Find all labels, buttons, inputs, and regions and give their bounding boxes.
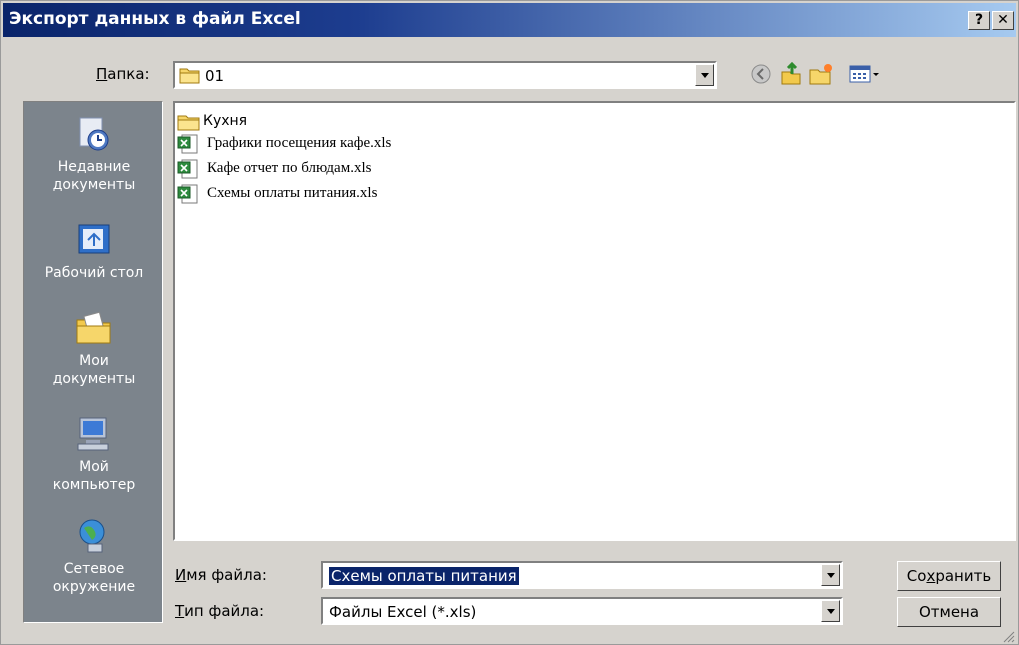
place-recent-documents[interactable]: Недавние документы	[24, 114, 164, 194]
folder-value: 01	[205, 67, 225, 85]
filetype-dropdown-button[interactable]	[821, 600, 840, 622]
place-my-documents[interactable]: Мои документы	[24, 308, 164, 388]
save-button[interactable]: Сохранить	[897, 561, 1001, 591]
up-folder-icon[interactable]	[778, 62, 804, 86]
filetype-select[interactable]: Файлы Excel (*.xls)	[321, 597, 843, 625]
close-icon: ✕	[997, 12, 1009, 28]
excel-file-icon	[177, 184, 198, 204]
export-dialog: Экспорт данных в файл Excel ? ✕ Папка: 0…	[0, 0, 1019, 645]
excel-file-icon	[177, 159, 198, 179]
excel-file-icon	[177, 134, 198, 154]
filename-label: Имя файла:	[175, 566, 267, 584]
resize-grip-icon[interactable]	[1001, 629, 1015, 643]
filetype-value: Файлы Excel (*.xls)	[329, 603, 477, 621]
filetype-label: Тип файла:	[175, 602, 265, 620]
folder-icon	[179, 68, 200, 84]
filename-input[interactable]: Схемы оплаты питания	[321, 561, 843, 589]
new-folder-icon[interactable]	[808, 62, 834, 86]
filename-dropdown-button[interactable]	[821, 564, 840, 586]
network-icon	[79, 519, 105, 553]
help-button[interactable]: ?	[968, 11, 990, 30]
dialog-title: Экспорт данных в файл Excel	[9, 9, 301, 29]
view-menu-icon[interactable]	[848, 62, 882, 86]
back-icon[interactable]	[748, 62, 774, 86]
file-list[interactable]: Кухня Графики посещения кафе.xls Кафе от…	[173, 101, 1016, 541]
place-network[interactable]: Сетевое окружение	[24, 516, 164, 596]
place-desktop[interactable]: Рабочий стол	[24, 220, 164, 282]
cancel-button[interactable]: Отмена	[897, 597, 1001, 627]
desktop-icon	[78, 224, 110, 254]
folder-label: Папка:	[96, 65, 150, 83]
folder-icon	[177, 115, 200, 131]
place-my-computer[interactable]: Мой компьютер	[24, 414, 164, 494]
filename-value: Схемы оплаты питания	[329, 567, 519, 585]
close-button[interactable]: ✕	[992, 11, 1014, 30]
folder-select[interactable]: 01	[173, 61, 717, 89]
my-computer-icon	[77, 417, 109, 451]
folder-dropdown-button[interactable]	[695, 64, 714, 86]
my-documents-icon	[76, 311, 111, 344]
places-bar: Недавние документы Рабочий стол Мои докуме…	[23, 101, 163, 623]
recent-documents-icon	[79, 117, 109, 151]
title-bar[interactable]: Экспорт данных в файл Excel ? ✕	[3, 3, 1016, 37]
